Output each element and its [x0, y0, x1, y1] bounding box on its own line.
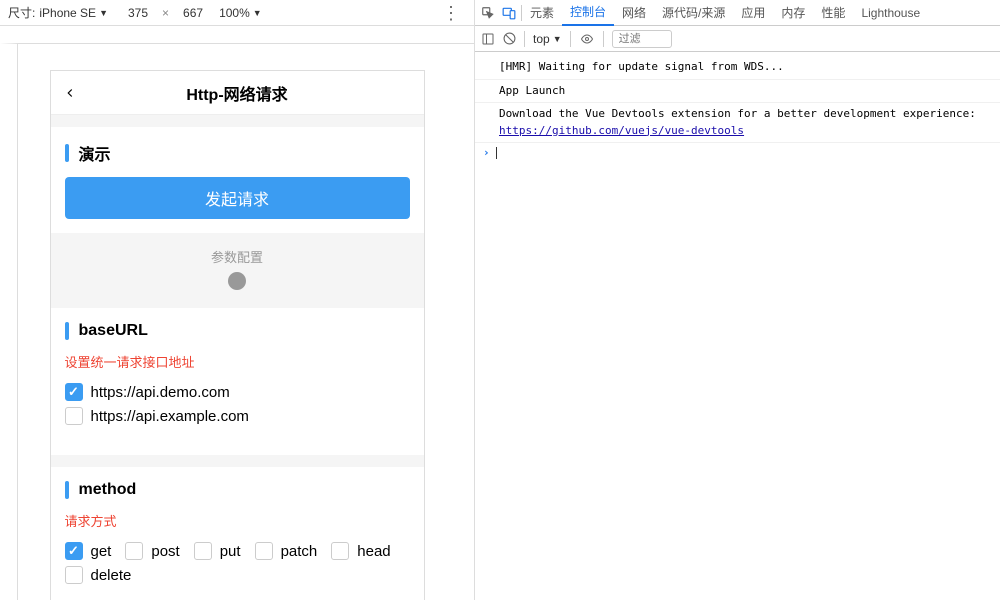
checkbox-icon[interactable]: [65, 383, 83, 401]
section-subtitle: 请求方式: [65, 511, 410, 530]
log-line: Download the Vue Devtools extension for …: [475, 103, 1000, 143]
option-label: put: [220, 543, 241, 560]
log-link[interactable]: https://github.com/vuejs/vue-devtools: [499, 124, 744, 137]
section-title: method: [79, 481, 137, 499]
section-subtitle: 设置统一请求接口地址: [65, 352, 410, 371]
tab-sources[interactable]: 源代码/来源: [654, 0, 733, 26]
tab-application[interactable]: 应用: [733, 0, 773, 26]
log-line: [HMR] Waiting for update signal from WDS…: [475, 56, 1000, 80]
option-label: https://api.example.com: [91, 408, 249, 425]
method-option[interactable]: delete: [65, 566, 132, 584]
cursor: [496, 147, 497, 159]
more-menu-icon[interactable]: ⋮: [436, 6, 466, 20]
tab-console[interactable]: 控制台: [562, 0, 614, 26]
separator: [524, 31, 525, 47]
width-input[interactable]: 375: [128, 6, 148, 20]
console-toolbar: top ▼: [475, 26, 1000, 52]
phone-frame: Http-网络请求 演示 发起请求 参数配置: [50, 70, 425, 600]
option-label: https://api.demo.com: [91, 384, 230, 401]
height-input[interactable]: 667: [183, 6, 203, 20]
option-label: get: [91, 543, 112, 560]
method-section: method 请求方式 get post put patch head dele…: [51, 467, 424, 600]
device-toggle-icon[interactable]: [501, 6, 521, 20]
devtools-tabs: 元素 控制台 网络 源代码/来源 应用 内存 性能 Lighthouse: [475, 0, 1000, 26]
option-label: delete: [91, 567, 132, 584]
checkbox-icon[interactable]: [65, 407, 83, 425]
device-toolbar: 尺寸: iPhone SE ▼ 375 × 667 100% ▼ ⋮: [0, 0, 474, 26]
separator: [603, 31, 604, 47]
section-accent: [65, 481, 69, 499]
page-title: Http-网络请求: [51, 81, 424, 105]
console-prompt[interactable]: ›: [475, 143, 1000, 162]
app-header: Http-网络请求: [51, 71, 424, 115]
method-option[interactable]: patch: [255, 542, 318, 560]
sidebar-toggle-icon[interactable]: [481, 33, 495, 45]
size-label: 尺寸:: [8, 4, 35, 21]
method-option[interactable]: post: [125, 542, 179, 560]
chevron-down-icon: ▼: [553, 34, 562, 44]
method-option[interactable]: head: [331, 542, 390, 560]
preview-area: Http-网络请求 演示 发起请求 参数配置: [0, 26, 474, 600]
send-request-button[interactable]: 发起请求: [65, 177, 410, 219]
clear-console-icon[interactable]: [503, 32, 516, 45]
log-line: App Launch: [475, 80, 1000, 104]
checkbox-icon[interactable]: [65, 542, 83, 560]
drag-handle-icon[interactable]: [228, 272, 246, 290]
device-select[interactable]: iPhone SE ▼: [39, 6, 108, 20]
chevron-down-icon: ▼: [253, 8, 262, 18]
demo-section: 演示 发起请求: [51, 127, 424, 233]
checkbox-icon[interactable]: [194, 542, 212, 560]
checkbox-icon[interactable]: [125, 542, 143, 560]
x-separator: ×: [162, 6, 169, 20]
filter-input[interactable]: [612, 30, 672, 48]
option-label: post: [151, 543, 179, 560]
context-select[interactable]: top ▼: [533, 32, 562, 46]
tab-performance[interactable]: 性能: [813, 0, 853, 26]
section-title: 演示: [79, 141, 111, 165]
method-option[interactable]: get: [65, 542, 112, 560]
baseurl-option[interactable]: https://api.example.com: [65, 407, 249, 425]
inspect-icon[interactable]: [481, 6, 501, 20]
separator: [570, 31, 571, 47]
baseurl-option[interactable]: https://api.demo.com: [65, 383, 230, 401]
section-title: baseURL: [79, 322, 148, 340]
baseurl-section: baseURL 设置统一请求接口地址 https://api.demo.com …: [51, 308, 424, 455]
tab-network[interactable]: 网络: [614, 0, 654, 26]
tab-lighthouse[interactable]: Lighthouse: [853, 0, 928, 26]
section-accent: [65, 322, 69, 340]
tab-elements[interactable]: 元素: [522, 0, 562, 26]
section-accent: [65, 144, 69, 162]
console-output: [HMR] Waiting for update signal from WDS…: [475, 52, 1000, 600]
eye-icon[interactable]: [579, 33, 595, 45]
params-divider: 参数配置: [51, 233, 424, 296]
prompt-caret-icon: ›: [483, 146, 490, 159]
checkbox-icon[interactable]: [65, 566, 83, 584]
zoom-select[interactable]: 100% ▼: [219, 6, 262, 20]
tab-memory[interactable]: 内存: [773, 0, 813, 26]
checkbox-icon[interactable]: [255, 542, 273, 560]
chevron-down-icon: ▼: [99, 8, 108, 18]
option-label: head: [357, 543, 390, 560]
option-label: patch: [281, 543, 318, 560]
back-icon[interactable]: [63, 86, 77, 100]
checkbox-icon[interactable]: [331, 542, 349, 560]
method-option[interactable]: put: [194, 542, 241, 560]
